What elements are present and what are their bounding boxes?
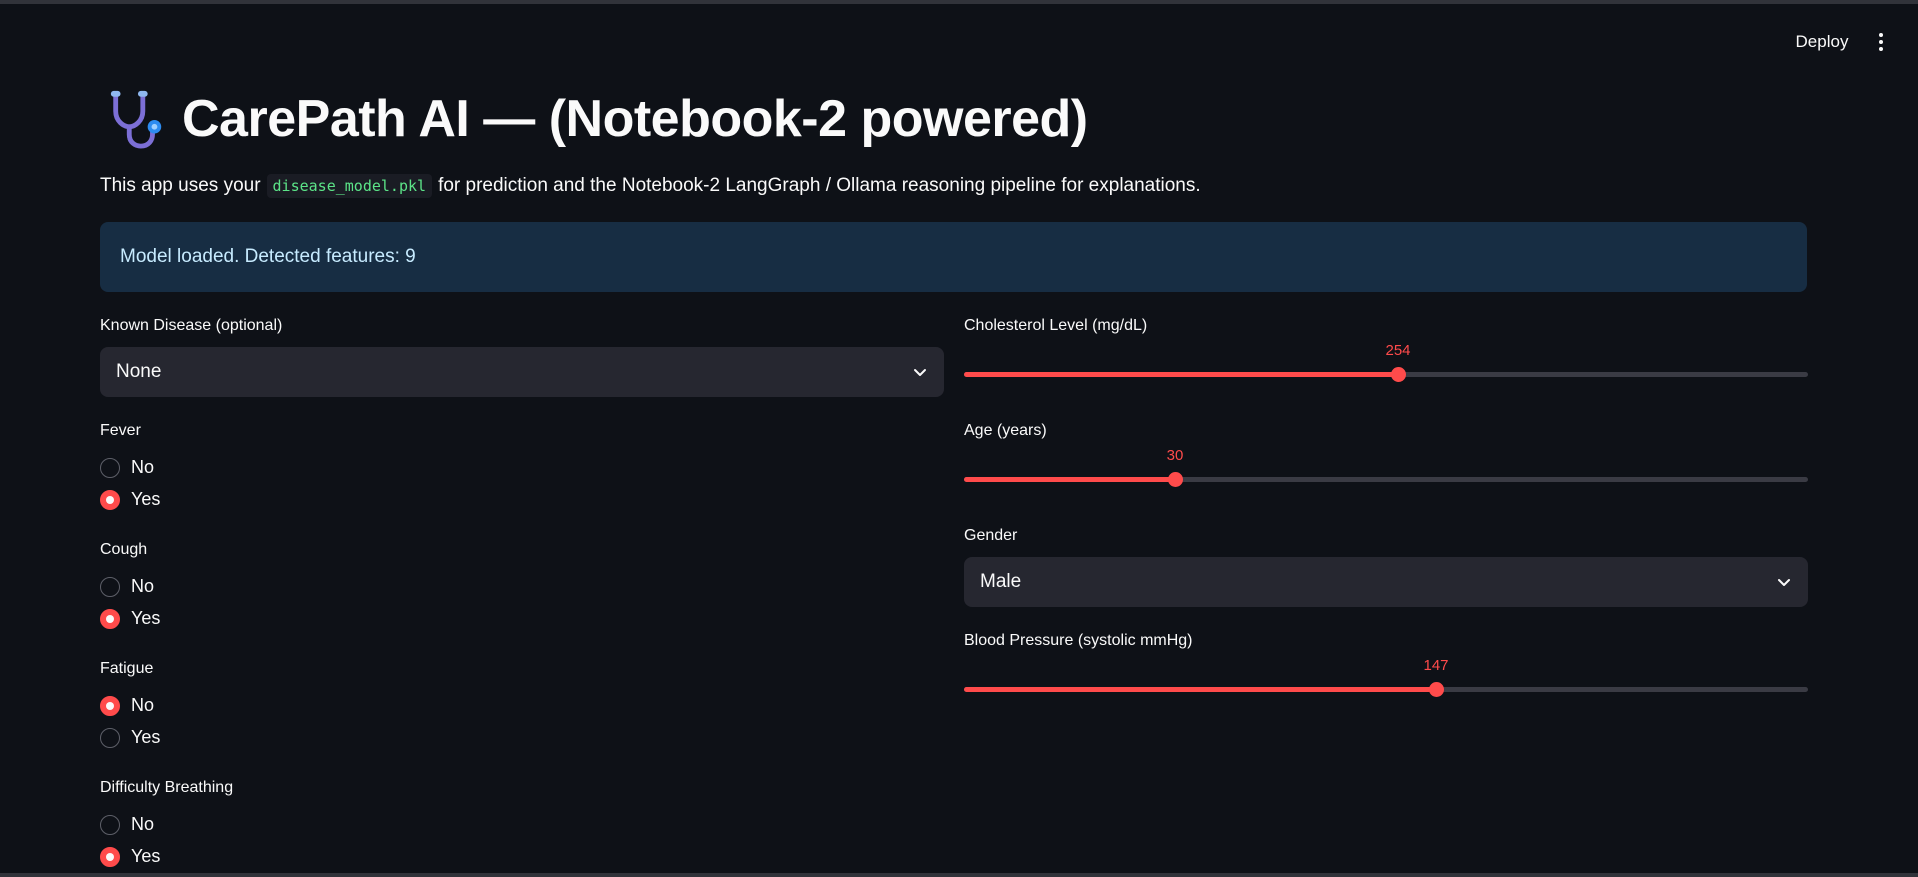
fatigue-option-yes-label: Yes <box>131 727 161 747</box>
fatigue-option-yes[interactable]: Yes <box>100 727 160 748</box>
blood-pressure-slider-value: 147 <box>1423 657 1449 674</box>
fatigue-option-no[interactable]: No <box>100 695 154 716</box>
cough-option-yes[interactable]: Yes <box>100 608 160 629</box>
difficulty-breathing-radio-no[interactable] <box>100 814 120 835</box>
age-slider-fill <box>964 477 1175 482</box>
known-disease-value: None <box>116 361 162 382</box>
age-label: Age (years) <box>964 422 1047 439</box>
known-disease-label: Known Disease (optional) <box>100 317 283 334</box>
cough-option-no[interactable]: No <box>100 576 154 597</box>
cholesterol-slider-value: 254 <box>1385 342 1411 359</box>
gender-label: Gender <box>964 527 1018 544</box>
difficulty-breathing-option-yes[interactable]: Yes <box>100 846 160 867</box>
blood-pressure-slider-thumb[interactable] <box>1429 682 1444 697</box>
fatigue-radio-no[interactable] <box>100 695 120 716</box>
fever-option-yes-label: Yes <box>131 489 161 509</box>
kebab-menu-icon[interactable] <box>1870 28 1892 56</box>
fever-option-yes[interactable]: Yes <box>100 489 160 510</box>
fatigue-label: Fatigue <box>100 660 154 677</box>
cholesterol-label: Cholesterol Level (mg/dL) <box>964 317 1148 334</box>
top-border <box>0 0 1918 4</box>
difficulty-breathing-radio-yes[interactable] <box>100 846 120 867</box>
chevron-down-icon <box>914 369 926 376</box>
fever-radio-yes[interactable] <box>100 489 120 510</box>
fatigue-radio-yes[interactable] <box>100 727 120 748</box>
age-slider-value: 30 <box>1166 447 1184 464</box>
page-title: CarePath AI — (Notebook-2 powered) <box>182 90 1088 148</box>
cough-option-yes-label: Yes <box>131 608 161 628</box>
blood-pressure-label: Blood Pressure (systolic mmHg) <box>964 632 1193 649</box>
fever-radio-no[interactable] <box>100 457 120 478</box>
difficulty-breathing-label: Difficulty Breathing <box>100 779 234 796</box>
deploy-button[interactable]: Deploy <box>1782 28 1862 56</box>
intro-suffix: for prediction and the Notebook-2 LangGr… <box>438 175 1201 196</box>
difficulty-breathing-option-no[interactable]: No <box>100 814 154 835</box>
cholesterol-slider-thumb[interactable] <box>1391 367 1406 382</box>
fever-option-no-label: No <box>131 457 155 477</box>
fatigue-option-no-label: No <box>131 695 155 715</box>
cholesterol-slider[interactable]: 254 <box>964 342 1808 382</box>
info-message: Model loaded. Detected features: 9 <box>120 246 416 267</box>
cough-option-no-label: No <box>131 576 155 596</box>
chevron-down-icon <box>1778 579 1790 586</box>
blood-pressure-slider[interactable]: 147 <box>964 657 1808 697</box>
model-filename-code: disease_model.pkl <box>266 174 433 198</box>
cough-radio-no[interactable] <box>100 576 120 597</box>
info-alert: Model loaded. Detected features: 9 <box>100 222 1807 292</box>
stethoscope-icon <box>110 90 162 149</box>
age-slider[interactable]: 30 <box>964 447 1808 487</box>
title-row: CarePath AI — (Notebook-2 powered) <box>106 84 1088 154</box>
cholesterol-slider-fill <box>964 372 1398 377</box>
fever-option-no[interactable]: No <box>100 457 154 478</box>
cough-radio-yes[interactable] <box>100 608 120 629</box>
cough-label: Cough <box>100 541 148 558</box>
difficulty-breathing-option-yes-label: Yes <box>131 846 161 866</box>
blood-pressure-slider-fill <box>964 687 1436 692</box>
intro-prefix: This app uses your <box>100 175 261 196</box>
bottom-border <box>0 873 1918 877</box>
difficulty-breathing-option-no-label: No <box>131 814 155 834</box>
intro-text: This app uses your disease_model.pkl for… <box>100 174 1201 198</box>
gender-select[interactable]: Male <box>964 557 1808 607</box>
fever-label: Fever <box>100 422 141 439</box>
gender-value: Male <box>980 571 1022 592</box>
known-disease-select[interactable]: None <box>100 347 944 397</box>
age-slider-thumb[interactable] <box>1168 472 1183 487</box>
